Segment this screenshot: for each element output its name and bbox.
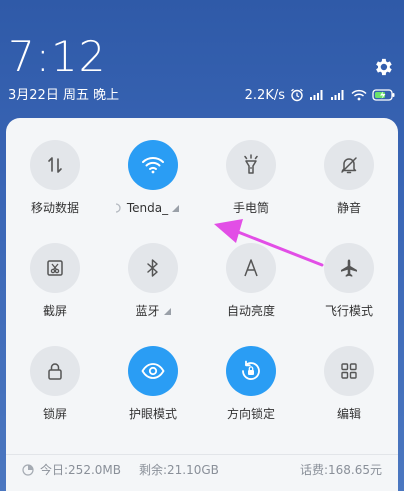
- tile-airplane-mode[interactable]: 飞行模式: [300, 243, 398, 346]
- status-bar: 7:12 3月22日 周五 晚上 2.2K/s: [0, 0, 404, 120]
- tile-label: 蓝牙: [135, 304, 160, 318]
- clock-time: 7:12: [8, 32, 107, 81]
- tile-label: 移动数据: [30, 201, 79, 215]
- status-indicators: 2.2K/s: [245, 86, 396, 104]
- today-usage: 今日:252.0MB: [40, 463, 121, 477]
- tile-wifi[interactable]: Tenda_: [104, 140, 202, 243]
- tile-label: 静音: [336, 201, 361, 215]
- screenshot-icon: [47, 260, 63, 276]
- quick-settings-panel: 移动数据 Tenda_ 手电筒 静音 截屏 蓝牙 自动亮度 飞行模式 锁屏 护眼…: [6, 118, 398, 491]
- expand-triangle-icon[interactable]: [163, 307, 171, 315]
- lock-screen-toggle[interactable]: [30, 346, 80, 396]
- tile-mobile-data[interactable]: 移动数据: [6, 140, 104, 243]
- wifi-label-row: Tenda_: [126, 200, 180, 216]
- tile-label: 方向锁定: [226, 407, 275, 421]
- auto-brightness-toggle[interactable]: [226, 243, 276, 293]
- signal-2-icon: [331, 90, 344, 100]
- bluetooth-label-row: 蓝牙: [135, 303, 171, 319]
- airplane-toggle[interactable]: [324, 243, 374, 293]
- mobile-data-toggle[interactable]: [30, 140, 80, 190]
- tile-label: Tenda_: [126, 201, 169, 215]
- mute-bell-icon: [341, 157, 357, 174]
- flashlight-toggle[interactable]: [226, 140, 276, 190]
- rotation-lock-toggle[interactable]: [226, 346, 276, 396]
- battery-charging-icon: [372, 89, 395, 101]
- screenshot-toggle[interactable]: [30, 243, 80, 293]
- auto-brightness-icon: [244, 259, 258, 277]
- edit-grid-icon: [341, 363, 357, 379]
- mute-toggle[interactable]: [324, 140, 374, 190]
- airplane-icon: [341, 259, 357, 277]
- tile-eye-comfort[interactable]: 护眼模式: [104, 346, 202, 449]
- tile-label: 截屏: [42, 304, 67, 318]
- eye-icon: [141, 363, 165, 379]
- network-speed: 2.2K/s: [244, 87, 285, 103]
- tile-mute[interactable]: 静音: [300, 140, 398, 243]
- tile-label: 编辑: [336, 407, 361, 421]
- tile-auto-brightness[interactable]: 自动亮度: [202, 243, 300, 346]
- rotation-lock-icon: [242, 360, 260, 380]
- wifi-status-icon: [351, 89, 367, 101]
- remaining-data: 剩余:21.10GB: [138, 463, 219, 477]
- tile-rotation-lock[interactable]: 方向锁定: [202, 346, 300, 449]
- settings-gear-icon[interactable]: [372, 56, 394, 78]
- eye-comfort-toggle[interactable]: [128, 346, 178, 396]
- tile-bluetooth[interactable]: 蓝牙: [104, 243, 202, 346]
- toggle-grid: 移动数据 Tenda_ 手电筒 静音 截屏 蓝牙 自动亮度 飞行模式 锁屏 护眼…: [6, 140, 398, 449]
- tile-flashlight[interactable]: 手电筒: [202, 140, 300, 243]
- tile-screenshot[interactable]: 截屏: [6, 243, 104, 346]
- bluetooth-icon: [147, 259, 158, 277]
- signal-1-icon: [310, 90, 323, 100]
- data-usage-footer: 今日:252.0MB 剩余:21.10GB 话费:168.65元: [6, 454, 398, 484]
- tile-label: 自动亮度: [226, 304, 275, 318]
- tile-edit[interactable]: 编辑: [300, 346, 398, 449]
- alarm-icon: [291, 88, 303, 102]
- tile-lock-screen[interactable]: 锁屏: [6, 346, 104, 449]
- tile-label: 护眼模式: [128, 407, 177, 421]
- tile-label: 锁屏: [42, 407, 67, 421]
- flashlight-icon: [244, 154, 258, 174]
- bluetooth-toggle[interactable]: [128, 243, 178, 293]
- tile-label: 手电筒: [232, 201, 269, 215]
- mobile-data-icon: [48, 157, 62, 173]
- data-usage-pie-icon: [22, 463, 34, 476]
- phone-balance: 话费:168.65元: [299, 463, 382, 477]
- expand-triangle-icon[interactable]: [172, 204, 180, 212]
- wifi-icon: [142, 157, 164, 174]
- wifi-toggle[interactable]: [128, 140, 178, 190]
- loading-spinner-icon: [115, 203, 121, 213]
- date-text: 3月22日 周五 晚上: [8, 88, 120, 103]
- edit-toggle[interactable]: [324, 346, 374, 396]
- tile-label: 飞行模式: [324, 304, 373, 318]
- lock-icon: [48, 363, 62, 380]
